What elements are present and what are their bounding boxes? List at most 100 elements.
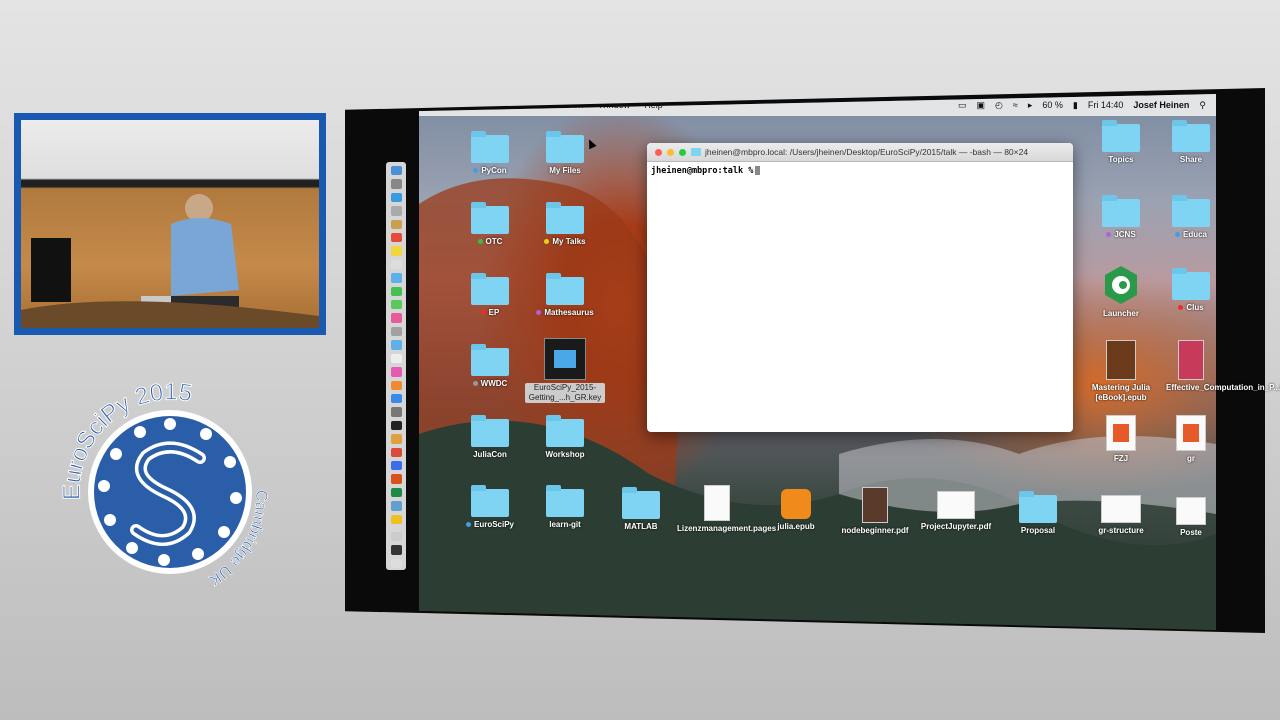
app-store-icon[interactable]	[390, 393, 402, 404]
app-icon-27[interactable]	[390, 514, 402, 524]
desktop-item-gr-structure[interactable]: gr-structure	[1081, 495, 1161, 536]
folder-icon	[1172, 120, 1210, 152]
folder-icon	[1172, 268, 1210, 300]
battery-percentage[interactable]: 60 %	[1042, 100, 1063, 110]
desktop-item-projectjupyter[interactable]: ProjectJupyter.pdf	[916, 491, 996, 532]
tag-green-icon	[477, 239, 483, 245]
terminal-icon[interactable]	[390, 420, 402, 431]
user-name[interactable]: Josef Heinen	[1133, 100, 1189, 110]
desktop-item-proposal[interactable]: Proposal	[998, 491, 1078, 536]
speaker-video	[14, 113, 326, 335]
spotlight-icon[interactable]: ⚲	[1199, 100, 1206, 111]
battery-icon[interactable]: ▮	[1073, 100, 1078, 111]
minimize-icon[interactable]	[667, 148, 674, 156]
app-icon-21[interactable]	[390, 434, 402, 444]
terminal-titlebar[interactable]: jheinen@mbpro.local: /Users/jheinen/Desk…	[647, 143, 1073, 162]
system-preferences-icon[interactable]	[390, 407, 402, 417]
app-icon-15[interactable]	[390, 353, 402, 364]
photos-icon[interactable]	[390, 313, 402, 323]
terminal-window[interactable]: jheinen@mbpro.local: /Users/jheinen/Desk…	[647, 143, 1073, 432]
desktop-item-mastering-julia[interactable]: Mastering Julia [eBook].epub	[1081, 340, 1161, 403]
desktop-item-julia-epub[interactable]: julia.epub	[756, 489, 836, 532]
contacts-icon[interactable]	[390, 219, 402, 230]
desktop-item-launcher[interactable]: Launcher	[1081, 264, 1161, 319]
tag-blue-icon	[473, 168, 479, 174]
app-icon-26[interactable]	[390, 501, 402, 511]
desktop-item-matlab[interactable]: MATLAB	[601, 487, 681, 532]
desktop-item-nodebeginner[interactable]: nodebeginner.pdf	[835, 487, 915, 536]
item-label: Launcher	[1102, 309, 1139, 318]
display-icon[interactable]: ▣	[977, 100, 986, 111]
menu-bar: ● Terminal Shell Edit View Window Help ▭…	[419, 94, 1216, 116]
item-label: FZJ	[1113, 454, 1129, 463]
dock	[386, 162, 406, 570]
desktop-item-jcns[interactable]: JCNS	[1081, 195, 1161, 240]
time-machine-icon[interactable]: ◴	[995, 100, 1003, 111]
text-cursor	[755, 166, 761, 175]
desktop-item-keynote[interactable]: EuroSciPy_2015-Getting_...h_GR.key	[525, 338, 605, 403]
terminal-window-icon[interactable]	[390, 545, 402, 555]
item-label: EuroSciPy	[473, 520, 514, 529]
itunes-icon[interactable]	[390, 367, 402, 377]
wifi-icon[interactable]: ≈	[1013, 100, 1018, 110]
item-label: Workshop	[545, 450, 585, 459]
item-label: WWDC	[480, 379, 508, 388]
volume-icon[interactable]: ▸	[1028, 100, 1033, 111]
folder-icon	[546, 273, 584, 305]
calendar-icon[interactable]	[390, 233, 402, 243]
zoom-icon[interactable]	[679, 148, 686, 156]
mail-icon[interactable]	[390, 206, 402, 216]
messages-icon[interactable]	[390, 286, 402, 297]
desktop-item-wwdc[interactable]: WWDC	[450, 344, 530, 389]
airplay-icon[interactable]: ▭	[958, 100, 967, 111]
trash-icon[interactable]	[390, 558, 402, 569]
desktop-item-clus[interactable]: Clus	[1166, 268, 1216, 313]
item-label: MATLAB	[624, 522, 658, 531]
safari-icon[interactable]	[390, 192, 402, 203]
excel-icon[interactable]	[390, 487, 402, 498]
folder-icon	[546, 131, 584, 163]
desktop-item-workshop[interactable]: Workshop	[525, 415, 605, 460]
folder-icon	[471, 415, 509, 447]
desktop-item-share[interactable]: Share	[1166, 120, 1216, 165]
desktop-item-fzj[interactable]: FZJ	[1081, 415, 1161, 464]
desktop-item-poste[interactable]: Poste	[1166, 497, 1216, 538]
desktop-item-otc[interactable]: OTC	[450, 202, 530, 247]
finder-icon[interactable]	[390, 166, 402, 176]
desktop-item-ep[interactable]: EP	[450, 273, 530, 318]
desktop-item-pycon[interactable]: PyCon	[450, 131, 530, 176]
item-label: EP	[488, 308, 500, 317]
tag-gray-icon	[472, 381, 478, 387]
desktop-item-topics[interactable]: Topics	[1081, 120, 1161, 165]
reminders-icon[interactable]	[390, 259, 402, 270]
desktop-item-learn-git[interactable]: learn-git	[525, 485, 605, 530]
launchpad-icon[interactable]	[390, 179, 402, 189]
tag-blue-icon	[465, 522, 471, 528]
maps-icon[interactable]	[390, 273, 402, 283]
close-icon[interactable]	[655, 148, 662, 156]
word-icon[interactable]	[390, 460, 402, 471]
clock[interactable]: Fri 14:40	[1088, 100, 1124, 110]
desktop-item-euroscipy[interactable]: EuroSciPy	[450, 485, 530, 530]
desktop-item-mathesaurus[interactable]: Mathesaurus	[525, 273, 605, 318]
desktop-item-gr[interactable]: gr	[1166, 415, 1216, 464]
folder-icon	[1019, 491, 1057, 523]
facetime-icon[interactable]	[390, 300, 402, 310]
desktop-item-juliacon[interactable]: JuliaCon	[450, 415, 530, 460]
item-label: julia.epub	[777, 522, 815, 531]
desktop-item-lizenzmanagement[interactable]: Lizenzmanagement.pages	[677, 485, 776, 534]
terminal-content[interactable]: jheinen@mbpro:talk %	[647, 162, 1073, 180]
app-icon-14[interactable]	[390, 340, 402, 350]
app-icon-13[interactable]	[390, 326, 402, 337]
app-icon-22[interactable]	[390, 447, 402, 457]
desktop-item-educa[interactable]: Educa	[1166, 195, 1216, 240]
desktop-item-my-talks[interactable]: My Talks	[525, 202, 605, 247]
desktop-item-effective-computation[interactable]: Effective_Computation_in_P...ic	[1166, 340, 1280, 393]
powerpoint-icon[interactable]	[390, 474, 402, 484]
notes-icon[interactable]	[390, 246, 402, 256]
ibooks-icon[interactable]	[390, 380, 402, 390]
folder-icon	[1102, 120, 1140, 152]
tag-purple-icon	[536, 310, 542, 316]
epub-file-icon	[1106, 340, 1136, 380]
item-label: gr	[1187, 454, 1195, 463]
